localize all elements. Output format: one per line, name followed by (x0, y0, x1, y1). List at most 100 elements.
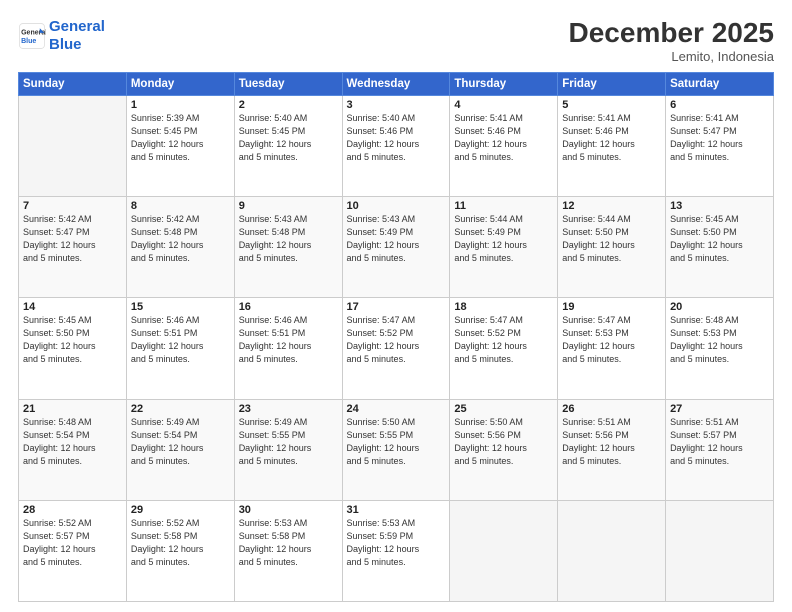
sunset-label: Sunset: 5:54 PM (131, 430, 198, 440)
sunrise-label: Sunrise: 5:42 AM (131, 214, 200, 224)
daylight-cont: and 5 minutes. (454, 456, 513, 466)
day-number: 31 (347, 504, 446, 516)
sunrise-label: Sunrise: 5:39 AM (131, 113, 200, 123)
logo-line1: General (49, 18, 105, 35)
daylight-cont: and 5 minutes. (23, 354, 82, 364)
daylight-label: Daylight: 12 hours (239, 240, 312, 250)
daylight-cont: and 5 minutes. (131, 456, 190, 466)
daylight-label: Daylight: 12 hours (670, 240, 743, 250)
sunrise-label: Sunrise: 5:43 AM (347, 214, 416, 224)
sunrise-label: Sunrise: 5:40 AM (347, 113, 416, 123)
daylight-label: Daylight: 12 hours (670, 139, 743, 149)
day-number: 8 (131, 200, 230, 212)
calendar-cell: 9 Sunrise: 5:43 AM Sunset: 5:48 PM Dayli… (234, 197, 342, 298)
sunset-label: Sunset: 5:58 PM (239, 531, 306, 541)
daylight-label: Daylight: 12 hours (131, 443, 204, 453)
daylight-label: Daylight: 12 hours (562, 240, 635, 250)
sunrise-label: Sunrise: 5:44 AM (454, 214, 523, 224)
sunrise-label: Sunrise: 5:47 AM (562, 315, 631, 325)
daylight-cont: and 5 minutes. (562, 456, 621, 466)
day-number: 28 (23, 504, 122, 516)
daylight-cont: and 5 minutes. (131, 253, 190, 263)
day-info: Sunrise: 5:53 AM Sunset: 5:58 PM Dayligh… (239, 517, 338, 569)
sunset-label: Sunset: 5:46 PM (562, 126, 629, 136)
sunset-label: Sunset: 5:46 PM (454, 126, 521, 136)
calendar-cell (19, 95, 127, 196)
daylight-cont: and 5 minutes. (347, 152, 406, 162)
sunset-label: Sunset: 5:47 PM (670, 126, 737, 136)
sunset-label: Sunset: 5:51 PM (131, 328, 198, 338)
sunset-label: Sunset: 5:49 PM (347, 227, 414, 237)
day-number: 2 (239, 99, 338, 111)
sunset-label: Sunset: 5:45 PM (239, 126, 306, 136)
calendar-week-1: 1 Sunrise: 5:39 AM Sunset: 5:45 PM Dayli… (19, 95, 774, 196)
calendar-cell: 3 Sunrise: 5:40 AM Sunset: 5:46 PM Dayli… (342, 95, 450, 196)
calendar-cell: 7 Sunrise: 5:42 AM Sunset: 5:47 PM Dayli… (19, 197, 127, 298)
calendar-cell: 12 Sunrise: 5:44 AM Sunset: 5:50 PM Dayl… (558, 197, 666, 298)
sunrise-label: Sunrise: 5:46 AM (131, 315, 200, 325)
logo-text: General Blue (49, 18, 105, 54)
weekday-header-friday: Friday (558, 72, 666, 95)
day-info: Sunrise: 5:41 AM Sunset: 5:47 PM Dayligh… (670, 112, 769, 164)
calendar-cell: 5 Sunrise: 5:41 AM Sunset: 5:46 PM Dayli… (558, 95, 666, 196)
daylight-label: Daylight: 12 hours (239, 139, 312, 149)
sunrise-label: Sunrise: 5:50 AM (454, 417, 523, 427)
sunrise-label: Sunrise: 5:43 AM (239, 214, 308, 224)
calendar-cell: 13 Sunrise: 5:45 AM Sunset: 5:50 PM Dayl… (666, 197, 774, 298)
day-info: Sunrise: 5:44 AM Sunset: 5:49 PM Dayligh… (454, 213, 553, 265)
day-info: Sunrise: 5:44 AM Sunset: 5:50 PM Dayligh… (562, 213, 661, 265)
day-info: Sunrise: 5:47 AM Sunset: 5:52 PM Dayligh… (454, 314, 553, 366)
day-info: Sunrise: 5:49 AM Sunset: 5:54 PM Dayligh… (131, 416, 230, 468)
calendar-header-row: SundayMondayTuesdayWednesdayThursdayFrid… (19, 72, 774, 95)
daylight-label: Daylight: 12 hours (454, 240, 527, 250)
sunrise-label: Sunrise: 5:46 AM (239, 315, 308, 325)
weekday-header-sunday: Sunday (19, 72, 127, 95)
sunrise-label: Sunrise: 5:52 AM (23, 518, 92, 528)
calendar-cell (666, 500, 774, 601)
day-info: Sunrise: 5:41 AM Sunset: 5:46 PM Dayligh… (454, 112, 553, 164)
calendar-cell: 20 Sunrise: 5:48 AM Sunset: 5:53 PM Dayl… (666, 298, 774, 399)
sunrise-label: Sunrise: 5:45 AM (670, 214, 739, 224)
sunset-label: Sunset: 5:57 PM (23, 531, 90, 541)
daylight-label: Daylight: 12 hours (347, 139, 420, 149)
day-info: Sunrise: 5:42 AM Sunset: 5:47 PM Dayligh… (23, 213, 122, 265)
daylight-cont: and 5 minutes. (670, 354, 729, 364)
daylight-label: Daylight: 12 hours (670, 443, 743, 453)
calendar-cell: 30 Sunrise: 5:53 AM Sunset: 5:58 PM Dayl… (234, 500, 342, 601)
day-number: 17 (347, 301, 446, 313)
sunrise-label: Sunrise: 5:41 AM (562, 113, 631, 123)
day-number: 23 (239, 403, 338, 415)
calendar-cell: 25 Sunrise: 5:50 AM Sunset: 5:56 PM Dayl… (450, 399, 558, 500)
day-number: 29 (131, 504, 230, 516)
daylight-label: Daylight: 12 hours (347, 341, 420, 351)
daylight-label: Daylight: 12 hours (239, 544, 312, 554)
daylight-label: Daylight: 12 hours (131, 240, 204, 250)
sunset-label: Sunset: 5:47 PM (23, 227, 90, 237)
sunrise-label: Sunrise: 5:47 AM (454, 315, 523, 325)
daylight-cont: and 5 minutes. (239, 253, 298, 263)
sunset-label: Sunset: 5:54 PM (23, 430, 90, 440)
calendar-cell: 6 Sunrise: 5:41 AM Sunset: 5:47 PM Dayli… (666, 95, 774, 196)
sunrise-label: Sunrise: 5:48 AM (23, 417, 92, 427)
daylight-label: Daylight: 12 hours (239, 341, 312, 351)
sunset-label: Sunset: 5:46 PM (347, 126, 414, 136)
calendar-week-2: 7 Sunrise: 5:42 AM Sunset: 5:47 PM Dayli… (19, 197, 774, 298)
day-info: Sunrise: 5:52 AM Sunset: 5:57 PM Dayligh… (23, 517, 122, 569)
calendar-week-5: 28 Sunrise: 5:52 AM Sunset: 5:57 PM Dayl… (19, 500, 774, 601)
calendar-cell: 22 Sunrise: 5:49 AM Sunset: 5:54 PM Dayl… (126, 399, 234, 500)
daylight-cont: and 5 minutes. (23, 557, 82, 567)
logo-line2: Blue (49, 36, 82, 53)
sunset-label: Sunset: 5:56 PM (454, 430, 521, 440)
daylight-cont: and 5 minutes. (239, 456, 298, 466)
day-number: 7 (23, 200, 122, 212)
calendar-cell: 28 Sunrise: 5:52 AM Sunset: 5:57 PM Dayl… (19, 500, 127, 601)
day-number: 26 (562, 403, 661, 415)
sunrise-label: Sunrise: 5:49 AM (239, 417, 308, 427)
daylight-cont: and 5 minutes. (670, 253, 729, 263)
sunset-label: Sunset: 5:49 PM (454, 227, 521, 237)
day-number: 24 (347, 403, 446, 415)
sunrise-label: Sunrise: 5:50 AM (347, 417, 416, 427)
sunset-label: Sunset: 5:58 PM (131, 531, 198, 541)
day-number: 15 (131, 301, 230, 313)
daylight-cont: and 5 minutes. (562, 354, 621, 364)
